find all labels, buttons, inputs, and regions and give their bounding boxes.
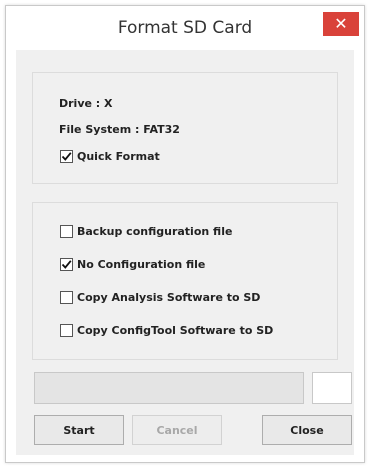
copy-configtool-label: Copy ConfigTool Software to SD bbox=[77, 323, 274, 337]
file-system-label: File System : FAT32 bbox=[59, 123, 180, 136]
quick-format-checkbox[interactable] bbox=[60, 149, 73, 163]
copy-analysis-option[interactable]: Copy Analysis Software to SD bbox=[60, 289, 260, 305]
format-sd-card-dialog: Format SD Card ✕ Drive : X File System :… bbox=[5, 5, 365, 463]
status-box bbox=[312, 372, 352, 404]
copy-analysis-label: Copy Analysis Software to SD bbox=[77, 290, 261, 304]
checkmark-icon bbox=[61, 151, 72, 161]
start-button[interactable]: Start bbox=[34, 415, 124, 445]
close-button[interactable]: Close bbox=[262, 415, 352, 445]
quick-format-option[interactable]: Quick Format bbox=[60, 148, 160, 164]
copy-analysis-checkbox[interactable] bbox=[60, 290, 73, 304]
no-config-label: No Configuration file bbox=[77, 257, 206, 271]
dialog-body: Drive : X File System : FAT32 Quick Form… bbox=[16, 50, 354, 455]
format-options-group: Backup configuration file No Configurati… bbox=[32, 202, 338, 360]
dialog-title: Format SD Card bbox=[117, 18, 253, 38]
no-config-checkbox[interactable] bbox=[60, 257, 73, 271]
quick-format-label: Quick Format bbox=[77, 149, 160, 163]
drive-label: Drive : X bbox=[59, 97, 113, 110]
backup-config-option[interactable]: Backup configuration file bbox=[60, 223, 232, 239]
copy-configtool-checkbox[interactable] bbox=[60, 323, 73, 337]
no-config-option[interactable]: No Configuration file bbox=[60, 256, 205, 272]
backup-config-checkbox[interactable] bbox=[60, 224, 73, 238]
close-window-button[interactable]: ✕ bbox=[323, 12, 359, 36]
format-progress-bar bbox=[34, 372, 304, 404]
cancel-button[interactable]: Cancel bbox=[132, 415, 222, 445]
checkmark-icon bbox=[61, 259, 72, 269]
title-bar: Format SD Card ✕ bbox=[6, 6, 364, 50]
drive-info-group: Drive : X File System : FAT32 Quick Form… bbox=[32, 72, 338, 184]
copy-configtool-option[interactable]: Copy ConfigTool Software to SD bbox=[60, 322, 273, 338]
close-icon: ✕ bbox=[334, 14, 348, 33]
backup-config-label: Backup configuration file bbox=[77, 224, 233, 238]
